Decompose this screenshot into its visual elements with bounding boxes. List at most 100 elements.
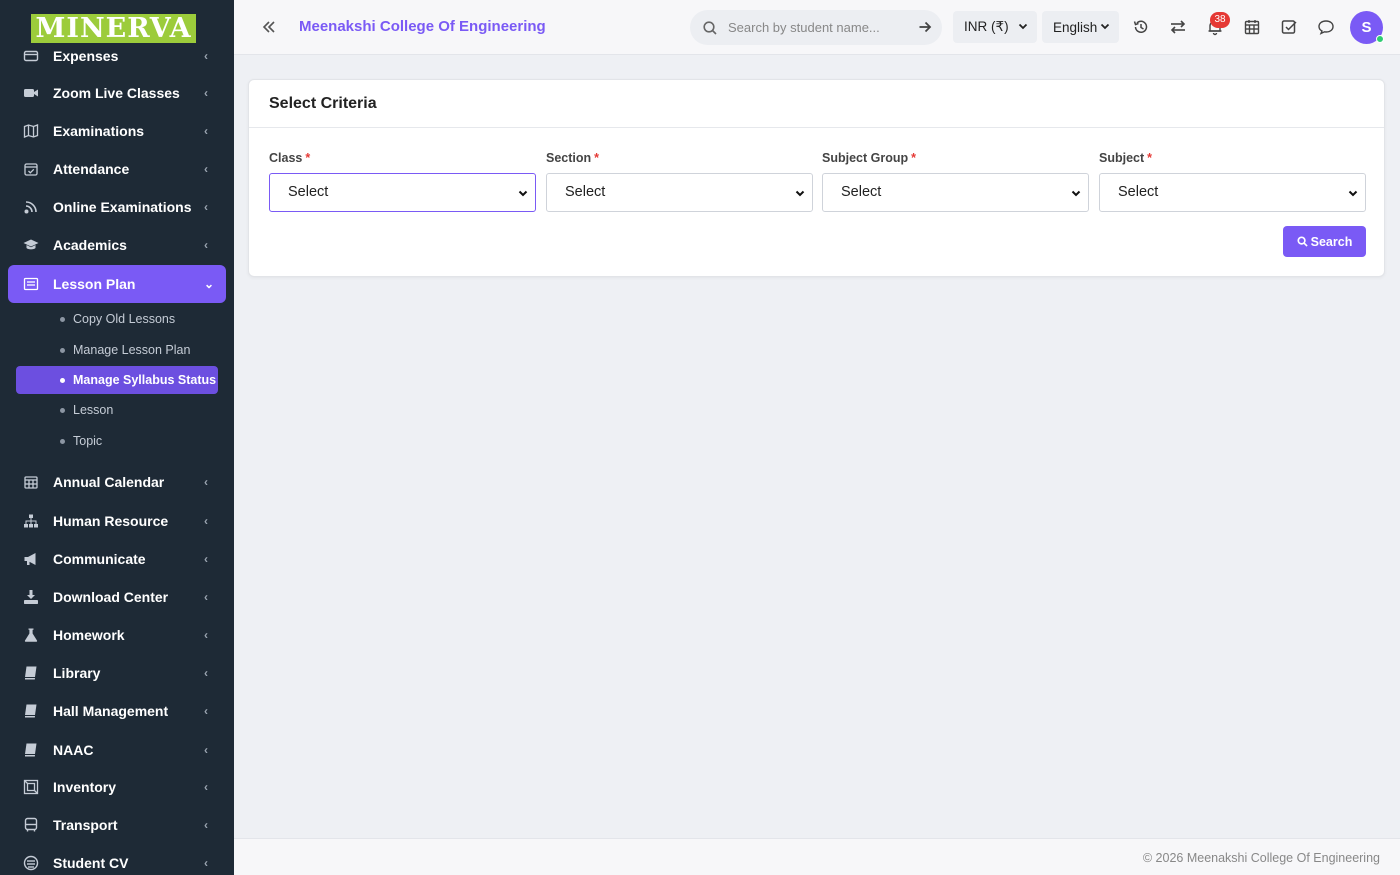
collapse-sidebar-icon[interactable]: [260, 18, 278, 36]
required-mark: *: [1147, 151, 1153, 165]
sidebar-item-transport[interactable]: Transport ‹: [8, 806, 226, 844]
sidebar-item-examinations[interactable]: Examinations ‹: [8, 112, 226, 150]
chevron-down-icon: ⌄: [204, 277, 215, 291]
chevron-down-icon: [795, 190, 805, 197]
sidebar-item-communicate[interactable]: Communicate ‹: [8, 540, 226, 578]
book-icon: [23, 742, 39, 758]
sidebar-item-academics[interactable]: Academics ‹: [8, 226, 226, 264]
bullet-icon: [60, 377, 65, 383]
currency-select[interactable]: INR (₹): [953, 11, 1037, 43]
search-button[interactable]: Search: [1283, 226, 1366, 257]
section-select[interactable]: Select: [546, 173, 813, 212]
divider: [249, 127, 1384, 128]
sidebar-subitem-manage-lesson-plan[interactable]: Manage Lesson Plan: [16, 336, 218, 364]
sidebar-item-label: Academics: [53, 237, 127, 253]
map-icon: [23, 123, 39, 139]
calendar-icon: [23, 474, 39, 490]
brand-logo[interactable]: MINERVA: [31, 14, 196, 43]
sidebar-item-label: Hall Management: [53, 703, 169, 719]
chevron-down-icon: [1071, 190, 1081, 197]
flask-icon: [23, 627, 39, 643]
sidebar-item-label: Human Resource: [53, 513, 169, 529]
check-square-icon[interactable]: [1280, 18, 1298, 36]
chevron-left-icon: ‹: [204, 238, 208, 252]
subject-group-select[interactable]: Select: [822, 173, 1089, 212]
chevron-left-icon: ‹: [204, 475, 208, 489]
chevron-left-icon: ‹: [204, 666, 208, 680]
wallet-icon: [23, 48, 39, 64]
sidebar-subitem-copy-old-lessons[interactable]: Copy Old Lessons: [16, 305, 218, 333]
bullet-icon: [60, 407, 65, 413]
sidebar-item-label: Lesson Plan: [53, 276, 136, 292]
sidebar-item-library[interactable]: Library ‹: [8, 654, 226, 692]
logo-bar: MINERVA: [0, 0, 234, 46]
sidebar-item-student-cv[interactable]: Student CV ‹: [8, 844, 226, 875]
chevron-left-icon: ‹: [204, 162, 208, 176]
sidebar-subitem-label: Manage Lesson Plan: [73, 343, 191, 357]
chevron-left-icon: ‹: [204, 818, 208, 832]
sidebar-item-online-examinations[interactable]: Online Examinations ‹: [8, 188, 226, 226]
sidebar-subitem-topic[interactable]: Topic: [16, 427, 218, 455]
chevron-left-icon: ‹: [204, 590, 208, 604]
sidebar-subitem-label: Topic: [73, 434, 103, 448]
video-icon: [23, 85, 39, 101]
sidebar-item-inventory[interactable]: Inventory ‹: [8, 768, 226, 806]
student-search-input[interactable]: [728, 20, 918, 35]
sidebar-item-human-resource[interactable]: Human Resource ‹: [8, 502, 226, 540]
sidebar-item-label: Homework: [53, 627, 125, 643]
sidebar-subitem-label: Copy Old Lessons: [73, 312, 176, 326]
arrow-right-icon[interactable]: [918, 20, 932, 34]
sidebar-subitem-manage-syllabus-status[interactable]: Manage Syllabus Status: [16, 366, 218, 394]
online-status-dot: [1376, 35, 1384, 43]
chat-icon[interactable]: [1317, 18, 1335, 36]
sidebar-item-naac[interactable]: NAAC ‹: [8, 731, 226, 769]
sidebar-item-label: Expenses: [53, 48, 119, 64]
section-select-value: Select: [565, 184, 606, 200]
sidebar-subitem-lesson[interactable]: Lesson: [16, 396, 218, 424]
switch-icon[interactable]: [1169, 18, 1187, 36]
subject-select[interactable]: Select: [1099, 173, 1366, 212]
language-select[interactable]: English: [1042, 11, 1119, 43]
sidebar-subitem-label: Lesson: [73, 403, 114, 417]
chevron-left-icon: ‹: [204, 49, 208, 63]
search-icon: [703, 20, 717, 35]
sidebar-item-label: Library: [53, 665, 101, 681]
chevron-down-icon: [1348, 190, 1358, 197]
sidebar-item-hall-management[interactable]: Hall Management ‹: [8, 692, 226, 730]
chevron-left-icon: ‹: [204, 780, 208, 794]
bullet-icon: [60, 316, 65, 322]
notification-badge: 38: [1210, 12, 1230, 28]
rss-icon: [23, 199, 39, 215]
subject-select-value: Select: [1118, 184, 1159, 200]
search-icon: [1297, 236, 1308, 247]
sidebar-item-download-center[interactable]: Download Center ‹: [8, 578, 226, 616]
sidebar-item-lesson-plan[interactable]: Lesson Plan ⌄: [8, 265, 226, 303]
history-icon[interactable]: [1132, 18, 1150, 36]
subject-label: Subject *: [1099, 151, 1152, 165]
search-button-label: Search: [1310, 234, 1353, 249]
chevron-left-icon: ‹: [204, 86, 208, 100]
required-mark: *: [305, 151, 311, 165]
sidebar-item-zoom-live-classes[interactable]: Zoom Live Classes ‹: [8, 74, 226, 112]
class-label: Class *: [269, 151, 310, 165]
sitemap-icon: [23, 513, 39, 529]
sidebar-item-attendance[interactable]: Attendance ‹: [8, 150, 226, 188]
book-icon: [23, 665, 39, 681]
top-header: Meenakshi College Of Engineering INR (₹)…: [234, 0, 1400, 55]
section-label: Section *: [546, 151, 599, 165]
subject-label-text: Subject: [1099, 151, 1145, 165]
calendar-icon[interactable]: [1243, 18, 1261, 36]
sidebar-item-annual-calendar[interactable]: Annual Calendar ‹: [8, 463, 226, 501]
section-label-text: Section: [546, 151, 592, 165]
class-select[interactable]: Select: [269, 173, 536, 212]
sidebar-subitem-label: Manage Syllabus Status: [73, 373, 217, 387]
chevron-left-icon: ‹: [204, 552, 208, 566]
calendar-check-icon: [23, 161, 39, 177]
bus-icon: [23, 817, 39, 833]
subject-group-select-value: Select: [841, 184, 882, 200]
currency-value: INR (₹): [964, 19, 1009, 34]
chevron-left-icon: ‹: [204, 743, 208, 757]
chevron-down-icon: [1018, 23, 1028, 30]
sidebar-item-homework[interactable]: Homework ‹: [8, 616, 226, 654]
bullet-icon: [60, 347, 65, 353]
